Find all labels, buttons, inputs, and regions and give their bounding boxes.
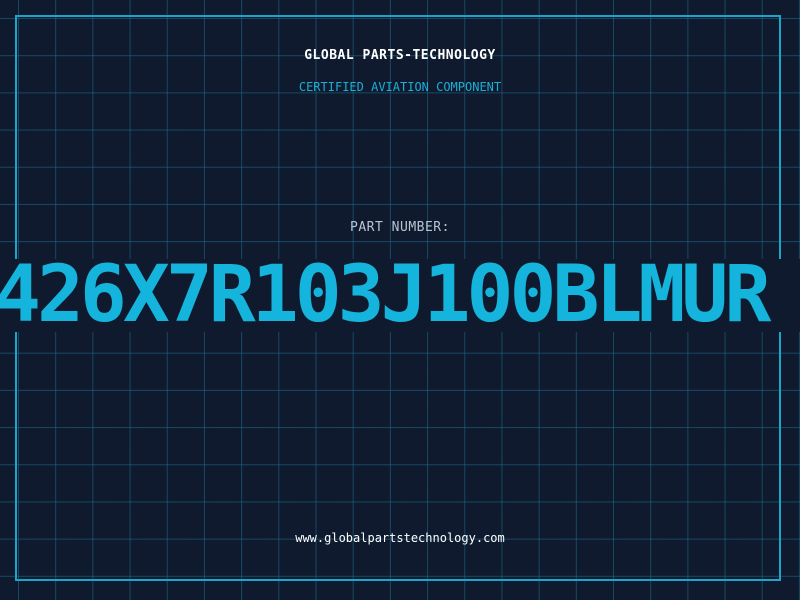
part-label-canvas: GLOBAL PARTS-TECHNOLOGY CERTIFIED AVIATI… [0,0,800,600]
part-number-value: 426X7R103J100BLMUR [0,259,771,332]
brand-subtitle: CERTIFIED AVIATION COMPONENT [298,80,502,94]
part-number-label: PART NUMBER: [350,220,450,235]
website-url: www.globalpartstechnology.com [295,531,505,545]
part-number-band: 426X7R103J100BLMUR [0,259,800,332]
brand-title: GLOBAL PARTS-TECHNOLOGY [304,48,496,63]
